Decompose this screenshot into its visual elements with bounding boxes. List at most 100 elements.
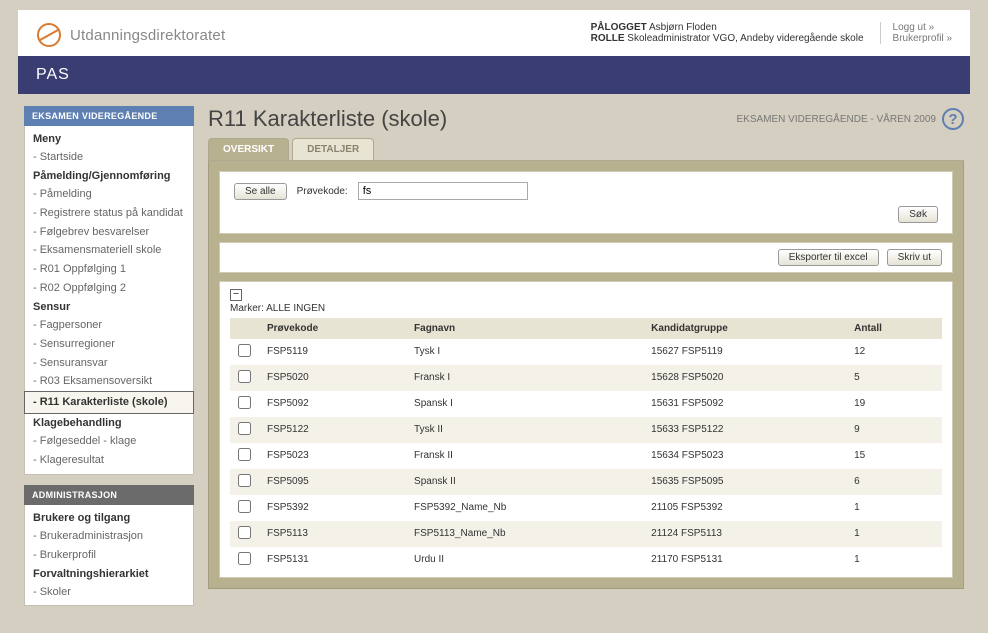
provekode-label: Prøvekode:	[297, 186, 348, 197]
sidebar-group-title: Klagebehandling	[25, 414, 193, 432]
table-row: FSP5092Spansk I15631 FSP509219	[230, 391, 942, 417]
logout-link[interactable]: Logg ut »	[893, 22, 935, 33]
tab-detaljer[interactable]: DETALJER	[292, 138, 374, 160]
page-title: R11 Karakterliste (skole)	[208, 106, 447, 132]
cell-fagnavn: Fransk I	[406, 365, 643, 391]
cell-antall: 6	[846, 469, 942, 495]
cell-provekode: FSP5122	[259, 417, 406, 443]
context-label: EKSAMEN VIDEREGÅENDE - VÅREN 2009	[736, 114, 936, 125]
logo-area: Utdanningsdirektoratet	[36, 22, 225, 48]
row-checkbox[interactable]	[238, 500, 251, 513]
sidebar-group-title: Sensur	[25, 298, 193, 316]
sidebar-header-eksamen: EKSAMEN VIDEREGÅENDE	[24, 106, 194, 126]
marker-ingen-link[interactable]: INGEN	[293, 303, 325, 314]
app-bar: PAS	[18, 56, 970, 94]
table-row: FSP5020Fransk I15628 FSP50205	[230, 365, 942, 391]
sidebar-item[interactable]: - Brukerprofil	[25, 546, 193, 565]
search-button[interactable]: Søk	[898, 206, 938, 223]
logged-label: PÅLOGGET	[591, 22, 647, 33]
provekode-input[interactable]	[358, 182, 528, 200]
row-checkbox[interactable]	[238, 448, 251, 461]
sidebar-item[interactable]: - Brukeradministrasjon	[25, 527, 193, 546]
cell-fagnavn: Tysk II	[406, 417, 643, 443]
row-checkbox[interactable]	[238, 370, 251, 383]
cell-fagnavn: Urdu II	[406, 547, 643, 573]
top-bar: Utdanningsdirektoratet PÅLOGGET Asbjørn …	[18, 10, 970, 56]
role-label: ROLLE	[591, 33, 625, 44]
help-icon[interactable]: ?	[942, 108, 964, 130]
sidebar-item[interactable]: - R11 Karakterliste (skole)	[24, 391, 194, 414]
collapse-toggle-icon[interactable]: −	[230, 289, 242, 301]
action-row: Eksporter til excel Skriv ut	[219, 242, 953, 273]
cell-fagnavn: Tysk I	[406, 339, 643, 365]
sidebar-item[interactable]: - Registrere status på kandidat	[25, 204, 193, 223]
table-row: FSP5095Spansk II15635 FSP50956	[230, 469, 942, 495]
cell-antall: 19	[846, 391, 942, 417]
cell-kandidatgruppe: 21124 FSP5113	[643, 521, 846, 547]
main-content: R11 Karakterliste (skole) EKSAMEN VIDERE…	[208, 106, 964, 616]
cell-antall: 15	[846, 443, 942, 469]
cell-provekode: FSP5023	[259, 443, 406, 469]
th-provekode[interactable]: Prøvekode	[259, 318, 406, 339]
cell-provekode: FSP5095	[259, 469, 406, 495]
cell-fagnavn: Spansk I	[406, 391, 643, 417]
sidebar-item[interactable]: - Påmelding	[25, 185, 193, 204]
sidebar-item[interactable]: - R02 Oppfølging 2	[25, 279, 193, 298]
cell-provekode: FSP5131	[259, 547, 406, 573]
tabs: OVERSIKT DETALJER	[208, 138, 964, 161]
sidebar-item[interactable]: - Sensurregioner	[25, 335, 193, 354]
marker-alle-link[interactable]: ALLE	[266, 303, 290, 314]
cell-fagnavn: FSP5392_Name_Nb	[406, 495, 643, 521]
cell-kandidatgruppe: 15631 FSP5092	[643, 391, 846, 417]
th-kandidatgruppe[interactable]: Kandidatgruppe	[643, 318, 846, 339]
print-button[interactable]: Skriv ut	[887, 249, 942, 266]
tab-oversikt[interactable]: OVERSIKT	[208, 138, 289, 160]
row-checkbox[interactable]	[238, 552, 251, 565]
row-checkbox[interactable]	[238, 474, 251, 487]
sidebar-item[interactable]: - Følgebrev besvarelser	[25, 223, 193, 242]
cell-kandidatgruppe: 15633 FSP5122	[643, 417, 846, 443]
cell-kandidatgruppe: 21170 FSP5131	[643, 547, 846, 573]
sidebar-item[interactable]: - Sensuransvar	[25, 354, 193, 373]
cell-kandidatgruppe: 15628 FSP5020	[643, 365, 846, 391]
sidebar-item[interactable]: - Eksamensmateriell skole	[25, 241, 193, 260]
cell-fagnavn: Fransk II	[406, 443, 643, 469]
cell-fagnavn: FSP5113_Name_Nb	[406, 521, 643, 547]
sidebar-group-title: Meny	[25, 130, 193, 148]
role-value: Skoleadministrator VGO, Andeby videregåe…	[627, 33, 863, 44]
brand-name: Utdanningsdirektoratet	[70, 27, 225, 44]
table-row: FSP5119Tysk I15627 FSP511912	[230, 339, 942, 365]
cell-kandidatgruppe: 21105 FSP5392	[643, 495, 846, 521]
sidebar-item[interactable]: - Startside	[25, 148, 193, 167]
cell-fagnavn: Spansk II	[406, 469, 643, 495]
row-checkbox[interactable]	[238, 396, 251, 409]
row-checkbox[interactable]	[238, 344, 251, 357]
sidebar-item[interactable]: - Følgeseddel - klage	[25, 432, 193, 451]
row-checkbox[interactable]	[238, 422, 251, 435]
sidebar-item[interactable]: - R01 Oppfølging 1	[25, 260, 193, 279]
marker-label: Marker:	[230, 303, 264, 314]
sidebar-item[interactable]: - Fagpersoner	[25, 316, 193, 335]
th-antall[interactable]: Antall	[846, 318, 942, 339]
table-row: FSP5023Fransk II15634 FSP502315	[230, 443, 942, 469]
cell-provekode: FSP5119	[259, 339, 406, 365]
profile-link[interactable]: Brukerprofil »	[893, 33, 952, 44]
cell-antall: 1	[846, 521, 942, 547]
table-row: FSP5392FSP5392_Name_Nb21105 FSP53921	[230, 495, 942, 521]
sidebar-item[interactable]: - Klageresultat	[25, 451, 193, 470]
table-wrap: − Marker: ALLE INGEN Prøvekode Fagnavn	[219, 281, 953, 578]
cell-provekode: FSP5392	[259, 495, 406, 521]
see-all-button[interactable]: Se alle	[234, 183, 287, 200]
export-button[interactable]: Eksporter til excel	[778, 249, 879, 266]
sidebar-group-title: Forvaltningshierarkiet	[25, 565, 193, 583]
sidebar-group-title: Påmelding/Gjennomføring	[25, 167, 193, 185]
sidebar-header-admin: ADMINISTRASJON	[24, 485, 194, 505]
brand-logo-icon	[36, 22, 62, 48]
row-checkbox[interactable]	[238, 526, 251, 539]
sidebar-item[interactable]: - Skoler	[25, 583, 193, 602]
results-table: Prøvekode Fagnavn Kandidatgruppe Antall …	[230, 318, 942, 573]
table-row: FSP5131Urdu II21170 FSP51311	[230, 547, 942, 573]
th-fagnavn[interactable]: Fagnavn	[406, 318, 643, 339]
user-info: PÅLOGGET Asbjørn Floden ROLLE Skoleadmin…	[591, 22, 952, 44]
sidebar-item[interactable]: - R03 Eksamensoversikt	[25, 372, 193, 391]
